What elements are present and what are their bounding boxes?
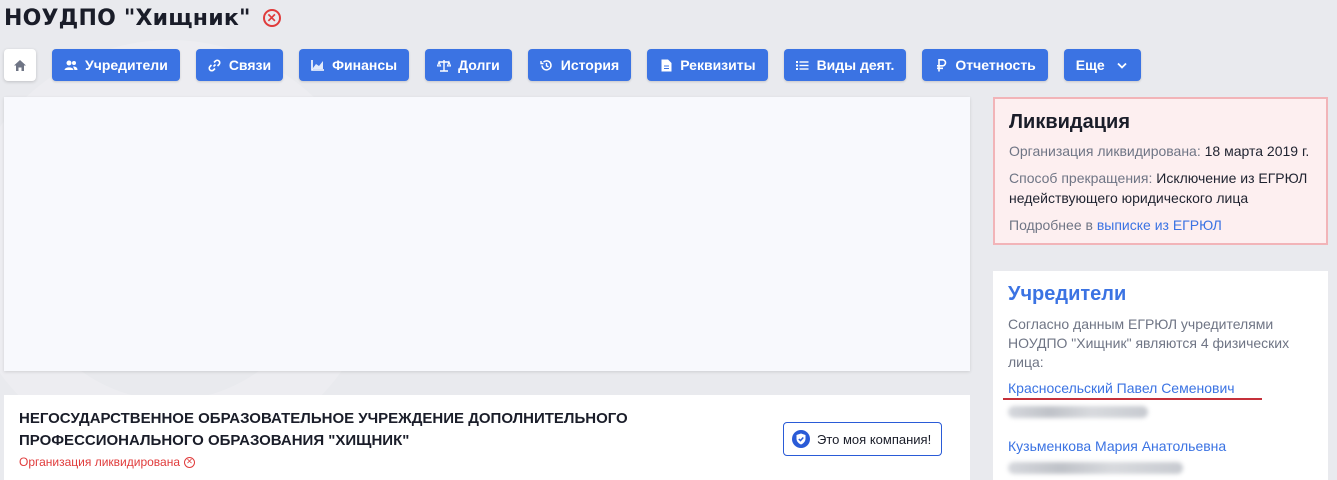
liquidation-method-row: Способ прекращения: Исключение из ЕГРЮЛ … (1009, 168, 1312, 208)
liquidation-date-row: Организация ликвидирована: 18 марта 2019… (1009, 141, 1312, 161)
more-label: Еще (1075, 57, 1105, 73)
header: НОУДПО "Хищник" ✕ (4, 3, 281, 33)
chevron-down-icon (1115, 58, 1129, 72)
company-status: Организация ликвидирована ✕ (19, 455, 196, 469)
ad-placeholder (4, 97, 970, 371)
toolbar: Учредители Связи Финансы Долги История Р… (4, 49, 1157, 81)
tab-history[interactable]: История (527, 49, 632, 81)
tab-requisites-label: Реквизиты (680, 57, 756, 73)
founder-link[interactable]: Красносельский Павел Семенович (1003, 380, 1262, 400)
tab-reports-label: Отчетность (955, 57, 1036, 73)
tab-requisites[interactable]: Реквизиты (647, 49, 768, 81)
liquidation-method-label: Способ прекращения: (1009, 170, 1153, 186)
founder-link[interactable]: Кузьменкова Мария Анатольевна (1008, 438, 1226, 454)
tab-finance[interactable]: Финансы (299, 49, 410, 81)
company-full-name: НЕГОСУДАРСТВЕННОЕ ОБРАЗОВАТЕЛЬНОЕ УЧРЕЖД… (19, 410, 628, 449)
tab-founders-label: Учредители (85, 57, 168, 73)
users-icon (64, 58, 78, 72)
history-icon (540, 58, 554, 72)
page-title: НОУДПО "Хищник" (4, 5, 251, 31)
document-icon (659, 58, 673, 72)
company-status-text: Организация ликвидирована (19, 455, 181, 469)
tab-activities[interactable]: Виды деят. (783, 49, 907, 81)
tab-reports[interactable]: Отчетность (922, 49, 1048, 81)
liquidation-date-label: Организация ликвидирована: (1009, 143, 1201, 159)
founder-details-blurred (1008, 406, 1148, 418)
link-icon (208, 58, 222, 72)
tab-debts-label: Долги (458, 57, 500, 73)
founders-description: Согласно данным ЕГРЮЛ учредителями НОУДП… (1008, 316, 1290, 370)
ruble-icon (934, 58, 948, 72)
tab-finance-label: Финансы (332, 57, 398, 73)
home-button[interactable] (4, 49, 36, 81)
my-company-button[interactable]: Это моя компания! (783, 422, 943, 456)
liquidation-card: Ликвидация Организация ликвидирована: 18… (993, 97, 1328, 245)
founder-details-blurred (1008, 462, 1183, 474)
my-company-label: Это моя компания! (817, 431, 932, 447)
scales-icon (437, 58, 452, 72)
chart-icon (311, 58, 325, 72)
tab-links[interactable]: Связи (195, 49, 284, 81)
tab-debts[interactable]: Долги (425, 49, 512, 81)
liquidation-title: Ликвидация (1009, 111, 1131, 133)
tab-founders[interactable]: Учредители (52, 49, 180, 81)
list-icon (796, 58, 810, 72)
founders-title[interactable]: Учредители (1008, 283, 1313, 306)
close-circle-icon: ✕ (184, 456, 196, 468)
tab-links-label: Связи (228, 57, 272, 73)
close-circle-icon: ✕ (262, 9, 281, 27)
shield-check-icon (792, 430, 810, 448)
liquidation-more-row: Подробнее в выписке из ЕГРЮЛ (1009, 215, 1312, 235)
founders-card: Учредители Согласно данным ЕГРЮЛ учредит… (993, 271, 1328, 480)
home-icon (14, 59, 26, 71)
tab-activities-label: Виды деят. (816, 57, 895, 73)
liquidation-date: 18 марта 2019 г. (1204, 143, 1310, 159)
more-dropdown-button[interactable]: Еще (1063, 49, 1141, 81)
liquidation-more-prefix: Подробнее в (1009, 217, 1093, 233)
egrul-extract-link[interactable]: выписке из ЕГРЮЛ (1097, 217, 1222, 233)
tab-history-label: История (560, 57, 620, 73)
company-card: НЕГОСУДАРСТВЕННОЕ ОБРАЗОВАТЕЛЬНОЕ УЧРЕЖД… (4, 395, 970, 480)
